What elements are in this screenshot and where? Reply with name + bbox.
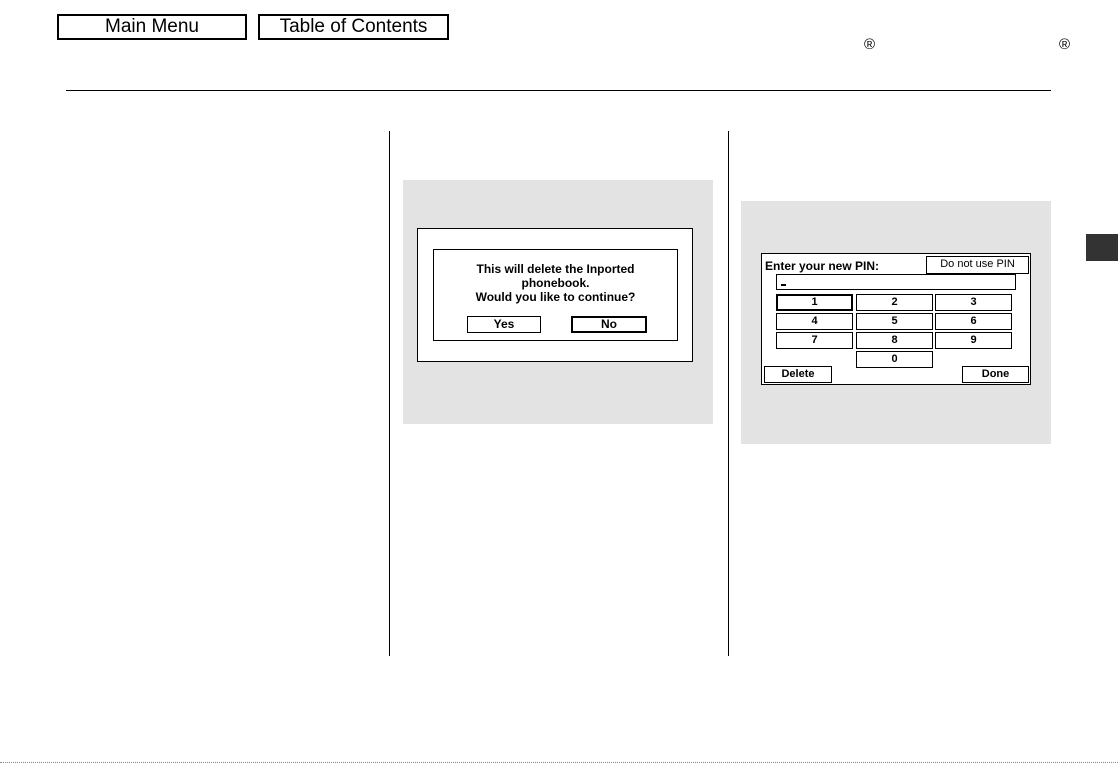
dialog-screenshot-panel: This will delete the Inported phonebook.… xyxy=(403,180,713,424)
keypad-key[interactable]: 8 xyxy=(856,332,933,349)
registered-mark: ® xyxy=(1059,36,1071,53)
keypad-key[interactable]: 7 xyxy=(776,332,853,349)
main-menu-button[interactable]: Main Menu xyxy=(57,14,247,40)
keypad-key[interactable]: 2 xyxy=(856,294,933,311)
confirm-dialog: This will delete the Inported phonebook.… xyxy=(433,249,678,341)
keypad-key[interactable]: 0 xyxy=(856,351,933,368)
section-tab[interactable] xyxy=(1086,234,1118,261)
dialog-message: This will delete the Inported phonebook.… xyxy=(434,262,677,304)
delete-button[interactable]: Delete xyxy=(764,366,832,383)
no-button[interactable]: No xyxy=(571,316,647,333)
dialog-message-line: This will delete the Inported xyxy=(476,262,635,276)
registered-mark: ® xyxy=(864,36,876,53)
yes-button[interactable]: Yes xyxy=(467,316,541,333)
done-button[interactable]: Done xyxy=(962,366,1029,383)
keypad-key[interactable]: 1 xyxy=(776,294,853,311)
text-cursor xyxy=(781,284,786,286)
pin-screenshot-panel: Enter your new PIN: Do not use PIN 123 45… xyxy=(741,201,1051,444)
keypad-key[interactable]: 9 xyxy=(935,332,1012,349)
navigation-screen: This will delete the Inported phonebook.… xyxy=(417,228,693,362)
keypad-key[interactable]: 5 xyxy=(856,313,933,330)
pin-prompt: Enter your new PIN: xyxy=(765,259,880,273)
keypad-key[interactable]: 4 xyxy=(776,313,853,330)
dialog-message-line: phonebook. xyxy=(521,276,590,290)
dialog-message-line: Would you like to continue? xyxy=(475,290,636,304)
keypad-key[interactable]: 6 xyxy=(935,313,1012,330)
pin-input[interactable] xyxy=(776,274,1016,290)
pin-entry-screen: Enter your new PIN: Do not use PIN 123 45… xyxy=(761,253,1031,385)
table-of-contents-button[interactable]: Table of Contents xyxy=(258,14,449,40)
header-divider xyxy=(66,90,1051,91)
do-not-use-pin-button[interactable]: Do not use PIN xyxy=(926,256,1029,274)
column-divider xyxy=(389,131,390,656)
keypad-key[interactable]: 3 xyxy=(935,294,1012,311)
page-bottom-edge xyxy=(0,762,1118,763)
column-divider xyxy=(728,131,729,656)
